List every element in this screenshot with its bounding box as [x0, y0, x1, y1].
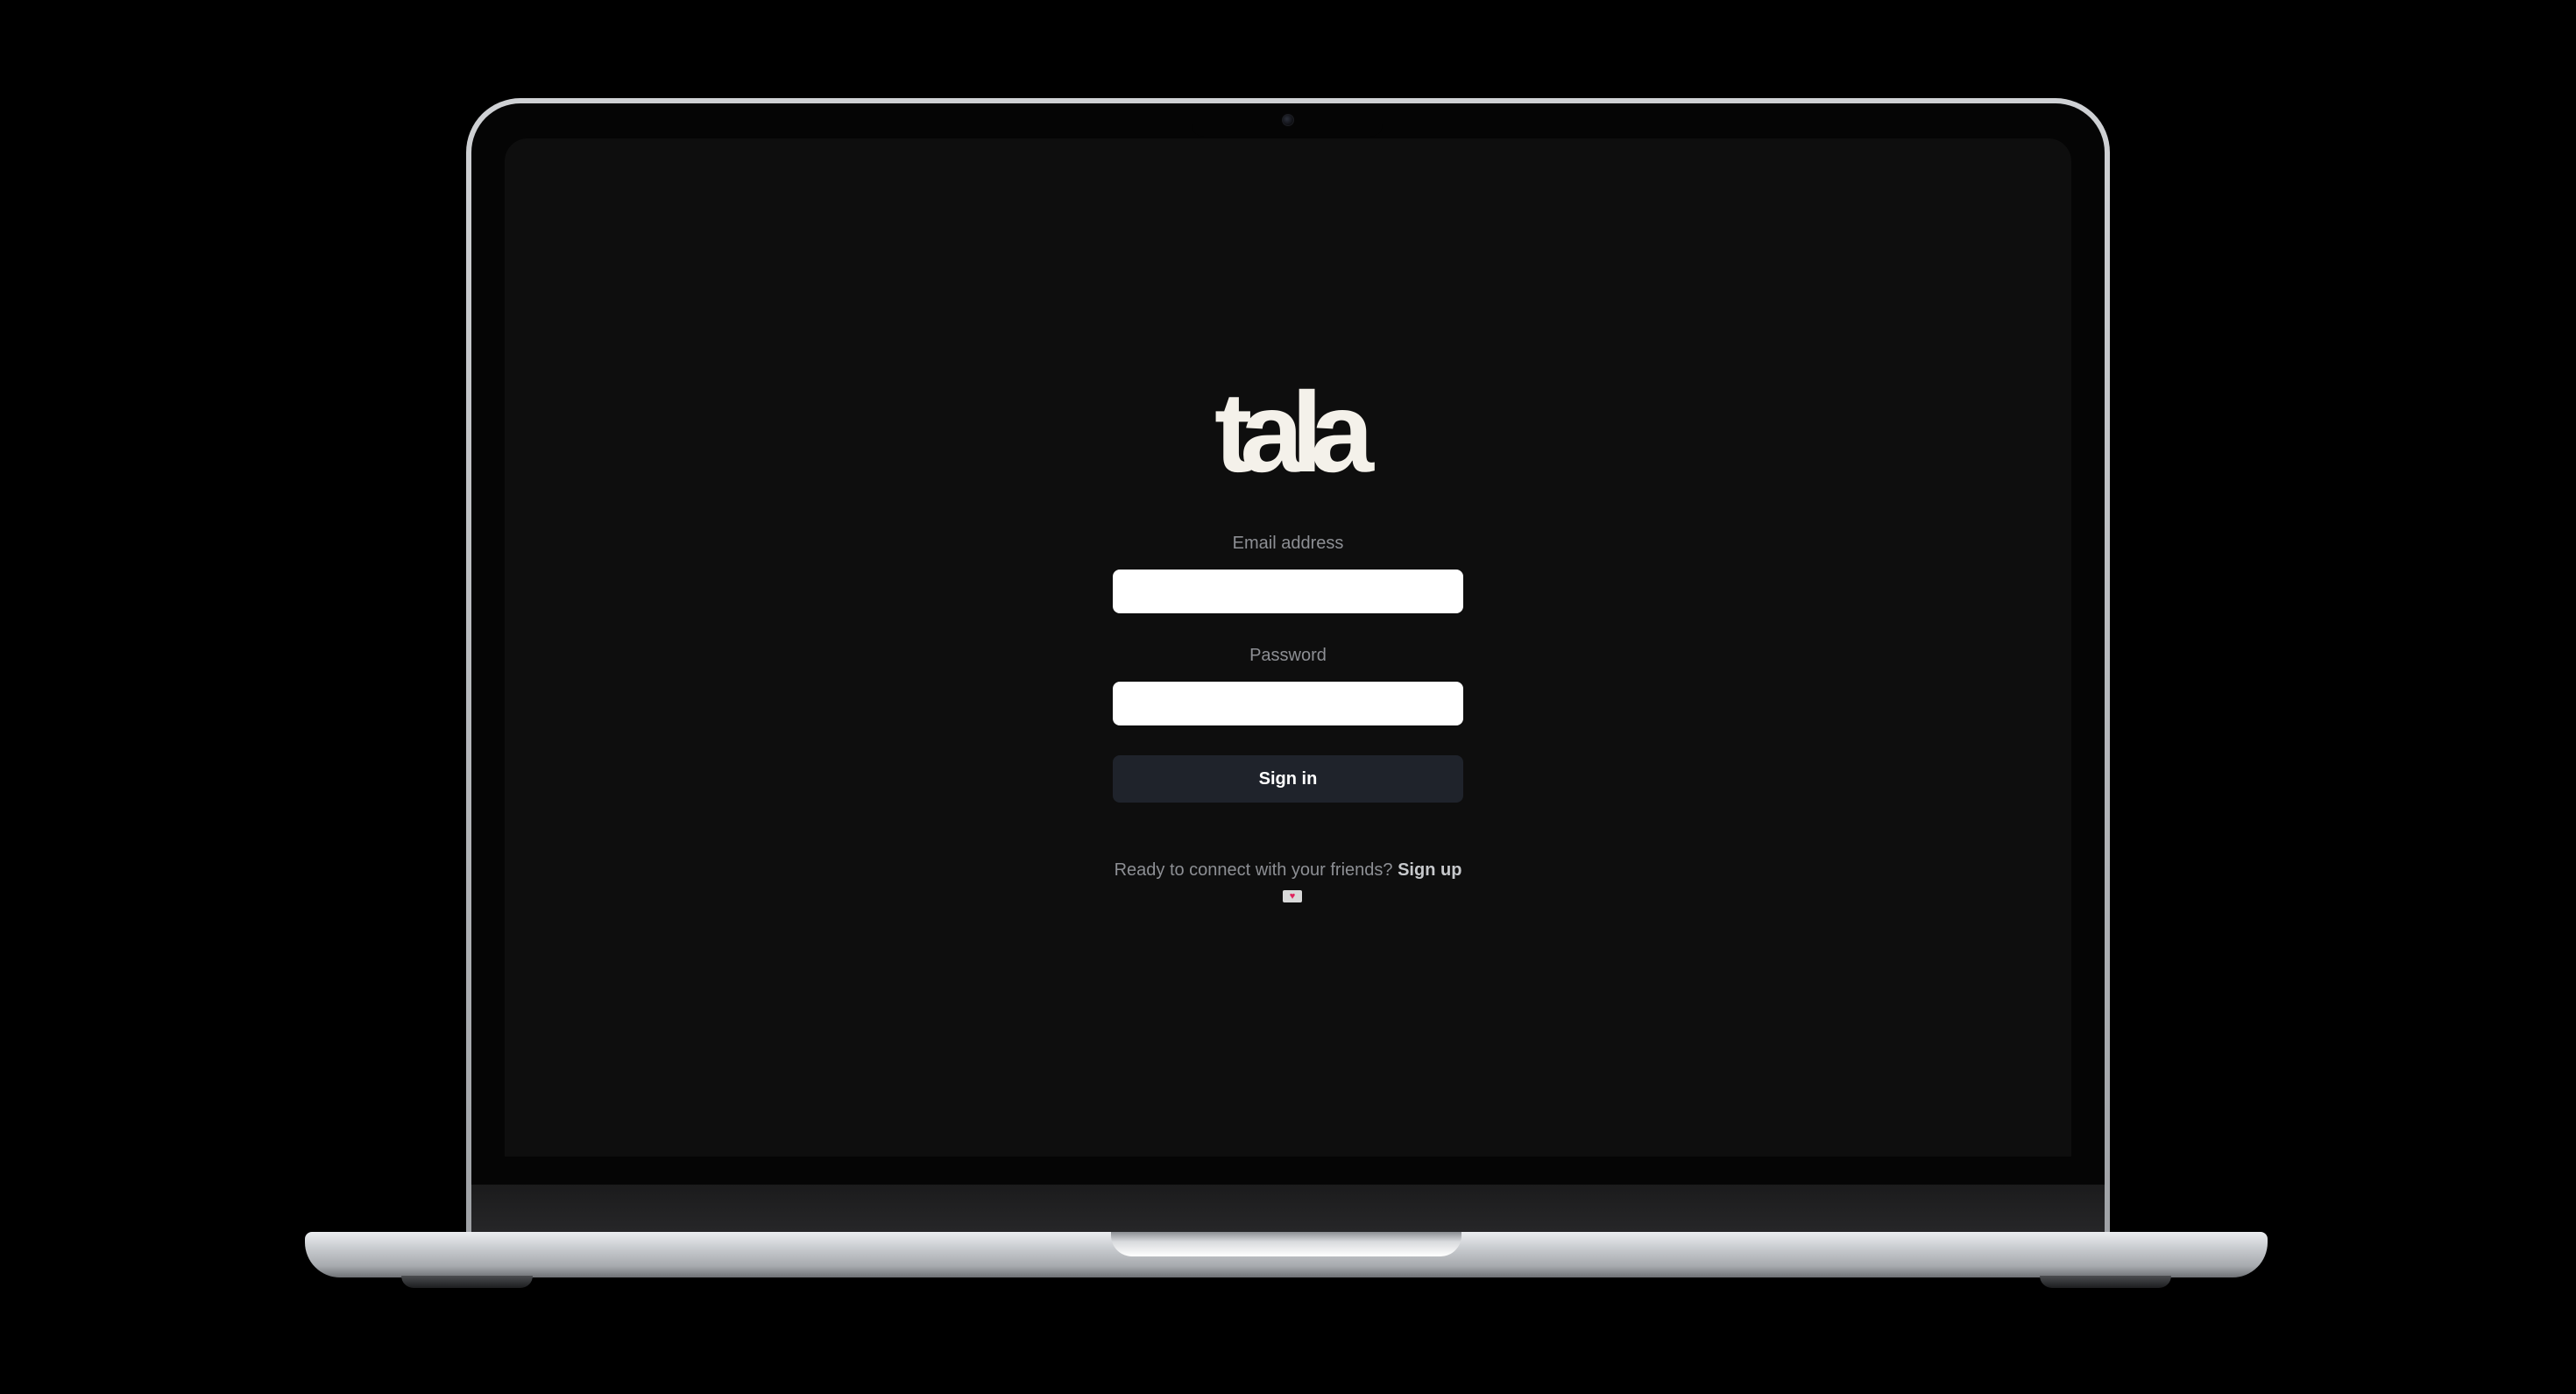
laptop-lid: tala Email address Password Sign in Read… — [466, 98, 2110, 1237]
sign-in-button[interactable]: Sign in — [1113, 755, 1463, 803]
trackpad-notch — [1111, 1232, 1461, 1256]
screen-chin — [471, 1185, 2105, 1232]
tala-logo: tala — [1214, 368, 1374, 496]
laptop-foot-right — [2040, 1276, 2171, 1288]
login-form: tala Email address Password Sign in Read… — [1113, 138, 1463, 1157]
app-screen: tala Email address Password Sign in Read… — [505, 138, 2071, 1157]
sign-up-link[interactable]: Sign up — [1398, 860, 1461, 880]
camera-notch — [1192, 103, 1383, 137]
laptop-base — [305, 1232, 2268, 1277]
laptop-foot-left — [401, 1276, 533, 1288]
signup-prompt-line: Ready to connect with your friends? Sign… — [1104, 859, 1472, 881]
password-label: Password — [1249, 646, 1327, 665]
screen-bezel: tala Email address Password Sign in Read… — [471, 103, 2105, 1232]
password-field[interactable] — [1113, 682, 1463, 725]
signup-prompt-text: Ready to connect with your friends? — [1114, 860, 1393, 880]
email-field[interactable] — [1113, 570, 1463, 613]
heart-flag-icon: ♥ — [1283, 890, 1302, 902]
device-mockup: tala Email address Password Sign in Read… — [0, 0, 2576, 1394]
camera-icon — [1282, 114, 1294, 126]
email-label: Email address — [1232, 534, 1344, 553]
